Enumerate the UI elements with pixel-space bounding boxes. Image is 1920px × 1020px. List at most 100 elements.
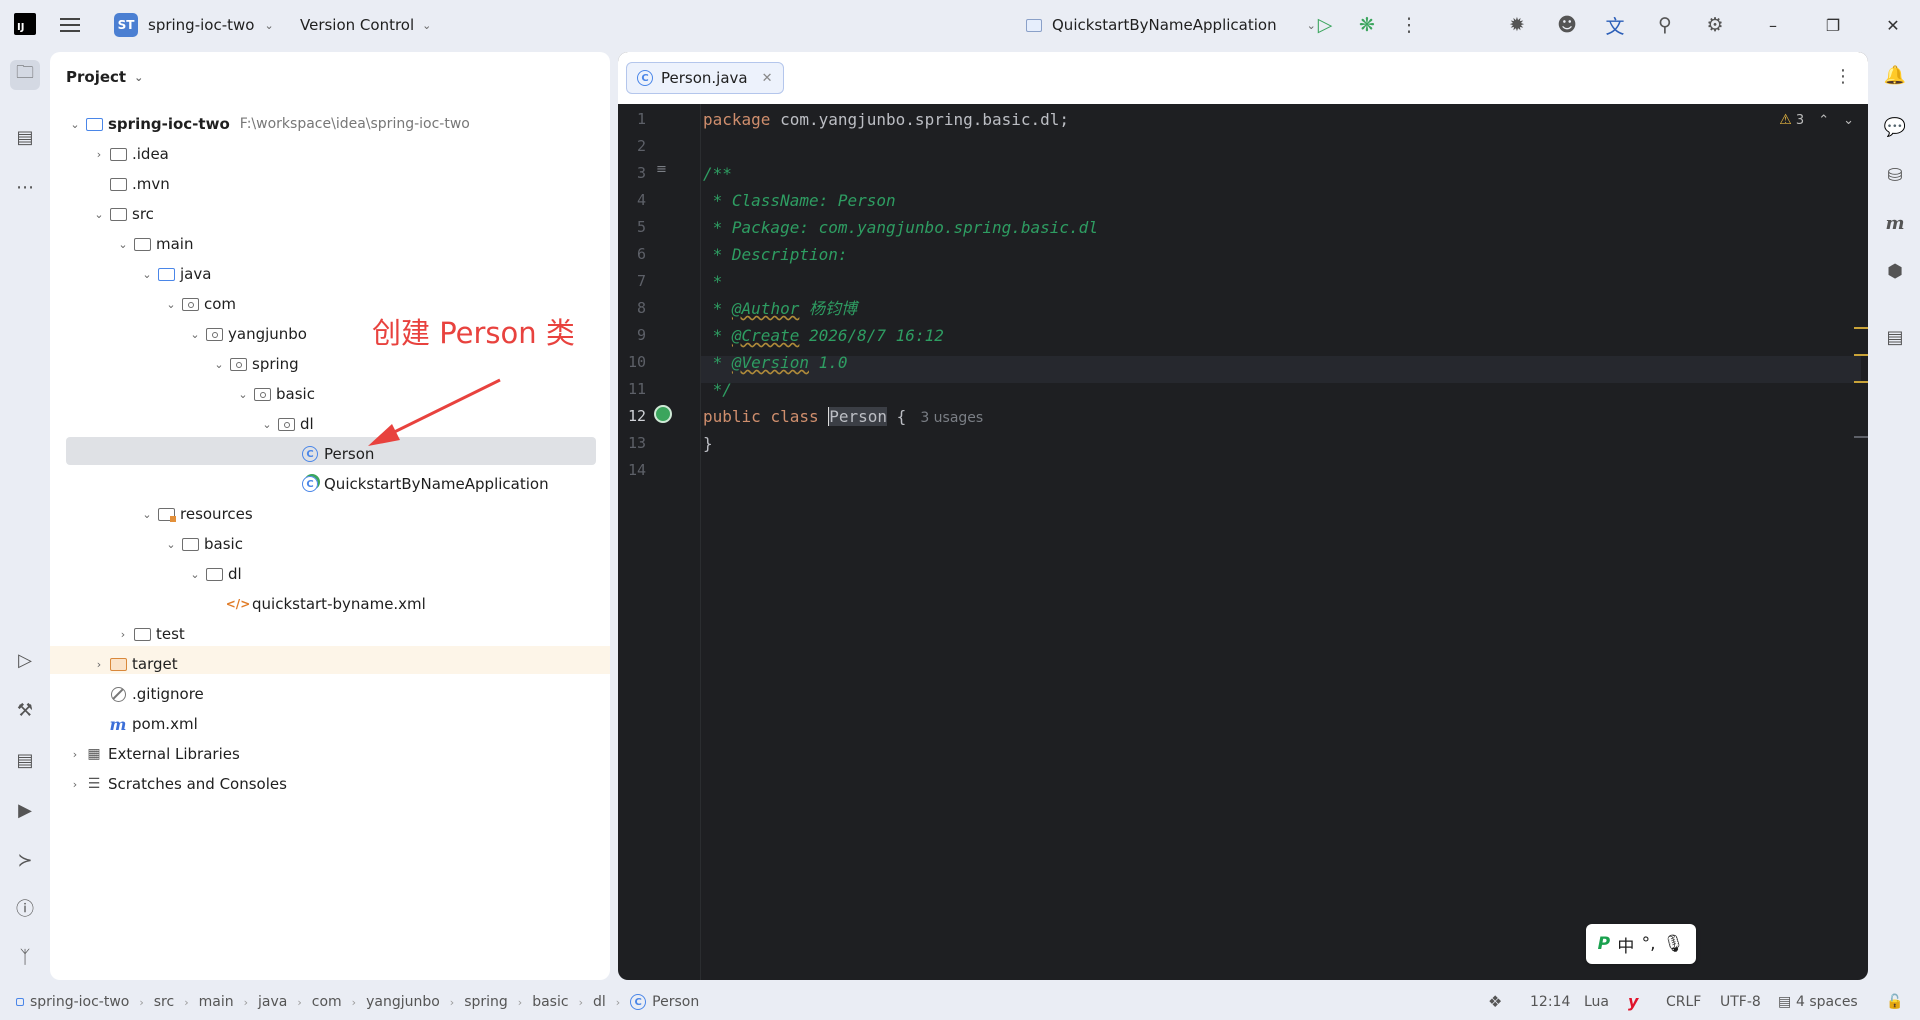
git-tool-icon[interactable]: ᛉ [10,942,40,972]
ai-chat-icon[interactable]: 💬 [1880,112,1910,142]
warning-marker[interactable] [1854,381,1868,383]
plugin-status-icon[interactable]: y [1628,992,1638,1011]
tree-node-external-libraries[interactable]: › ▦ External Libraries [66,740,240,768]
tree-node-gitignore[interactable]: .gitignore [90,680,204,708]
restore-button[interactable]: ❐ [1820,12,1846,38]
plugin-tool-icon[interactable]: ⬢ [1880,256,1910,286]
line-number: 2 [636,137,646,155]
breadcrumb-item[interactable]: main [199,994,234,1010]
debug-icon[interactable]: ❋ [1354,12,1380,38]
breadcrumb-item[interactable]: basic [532,994,568,1010]
current-line-highlight [701,356,1861,383]
indent-setting[interactable]: 4 spaces [1796,994,1858,1010]
spring-bean-gutter-icon[interactable] [654,405,672,423]
class-name[interactable]: Person [828,407,888,426]
search-icon[interactable]: ⚲ [1652,12,1678,38]
ime-toolbar[interactable]: P 中 °, 🎙 [1586,924,1696,964]
code-area[interactable]: package com.yangjunbo.spring.basic.dl; /… [700,104,1861,980]
maven-tool-icon[interactable]: m [1880,208,1910,238]
warnings-indicator[interactable]: ⚠ 3 [1779,112,1804,128]
more-actions-icon[interactable]: ⋮ [1396,12,1422,38]
project-name: spring-ioc-two [148,16,255,34]
inspections-widget[interactable]: ⚠ 3 ⌃ ⌄ [1779,112,1854,128]
main-menu-button[interactable] [60,12,86,38]
project-switcher[interactable]: ST spring-ioc-two ⌄ [114,10,274,40]
ime-mode[interactable]: 中 [1617,932,1634,957]
warnings-count: 3 [1795,113,1805,128]
ime-punctuation[interactable]: °, [1642,934,1656,954]
database-icon[interactable]: ⛁ [1880,160,1910,190]
ai-assistant-icon[interactable]: ✹ [1504,12,1530,38]
chevron-down-icon[interactable]: ⌄ [162,538,180,551]
tree-node-target[interactable]: › target [90,650,178,678]
chevron-right-icon[interactable]: › [66,748,84,761]
tree-node-xml-file[interactable]: </> quickstart-byname.xml [210,590,426,618]
code-line-6: * Description: [703,245,848,264]
chevron-down-icon: ⌄ [422,18,432,32]
code-editor[interactable]: C Person.java ✕ ⋮ 1 2 3 ≡ 4 5 6 7 8 9 10… [618,52,1868,980]
usages-inlay-hint[interactable]: 3 usages [920,410,983,426]
microphone-icon[interactable]: 🎙 [1663,934,1685,954]
annotation-label: 创建 Person 类 [372,316,575,350]
chevron-right-icon[interactable]: › [66,778,84,791]
services-tool-icon[interactable]: ▤ [10,745,40,775]
breadcrumb-item[interactable]: com [312,994,342,1010]
breadcrumb-item[interactable]: dl [593,994,606,1010]
breadcrumb-item[interactable]: yangjunbo [366,994,440,1010]
terminal-tool-icon[interactable]: ≻ [10,845,40,875]
code-line-9: * @Create 2026/8/7 16:12 [703,322,944,349]
file-language[interactable]: Lua [1584,994,1609,1010]
minimize-button[interactable]: – [1760,12,1786,38]
breadcrumb-item[interactable]: Person [652,994,699,1010]
chevron-up-icon[interactable]: ⌃ [1818,113,1829,128]
fold-doc-icon[interactable]: ≡ [656,162,667,177]
breadcrumb-item[interactable]: java [258,994,287,1010]
close-icon[interactable]: ✕ [762,71,773,86]
code-with-me-icon[interactable]: ☻ [1554,12,1580,38]
problems-tool-icon[interactable]: ⓘ [10,893,40,923]
close-window-button[interactable]: ✕ [1880,12,1906,38]
breadcrumb-item[interactable]: spring [464,994,508,1010]
caret-position[interactable]: 12:14 [1530,994,1570,1010]
tree-node-pom[interactable]: m pom.xml [90,710,198,738]
debug-tool-icon[interactable]: ▶ [10,795,40,825]
tree-node-scratches[interactable]: › ☰ Scratches and Consoles [66,770,287,798]
breadcrumb-item[interactable]: src [154,994,174,1010]
project-tool-folder-icon[interactable]: 🗀 [10,60,40,90]
run-config-name: QuickstartByNameApplication [1052,16,1277,34]
document-tool-icon[interactable]: ▤ [1880,322,1910,352]
warning-marker[interactable] [1854,327,1868,329]
chevron-down-icon[interactable]: ⌄ [186,568,204,581]
translate-icon[interactable]: 文 [1602,12,1628,38]
chevron-down-icon[interactable]: ⌄ [1843,113,1854,128]
tree-node-test[interactable]: › test [114,620,185,648]
settings-gear-icon[interactable]: ⚙ [1702,12,1728,38]
chevron-right-icon[interactable]: › [90,658,108,671]
line-number: 13 [627,434,646,452]
status-bar: spring-ioc-two › src › main › java › com › ya… [0,986,1920,1020]
notifications-icon[interactable]: 🔔 [1880,60,1910,90]
version-control-menu[interactable]: Version Control ⌄ [300,10,431,40]
ai-status-icon[interactable]: ❖ [1488,992,1502,1011]
tree-node-res-dl[interactable]: ⌄ dl [186,560,241,588]
structure-tool-icon[interactable]: ▤ [10,122,40,152]
tree-node-res-basic[interactable]: ⌄ basic [162,530,243,558]
line-separator[interactable]: CRLF [1666,994,1701,1010]
code-line-12: public class Person {3 usages [703,403,983,430]
code-line-5: * Package: com.yangjunbo.spring.basic.dl [703,218,1098,237]
warning-marker[interactable] [1854,354,1868,356]
file-encoding[interactable]: UTF-8 [1720,994,1761,1010]
build-tool-icon[interactable]: ⚒ [10,695,40,725]
run-configuration-selector[interactable]: QuickstartByNameApplication ⌄ [1026,10,1316,40]
more-options-icon[interactable]: ⋮ [1834,66,1852,87]
more-tools-icon[interactable]: ⋯ [10,172,40,202]
chevron-right-icon[interactable]: › [114,628,132,641]
code-line-7: * [703,272,723,291]
tab-person-java[interactable]: C Person.java ✕ [626,62,784,94]
breadcrumb-item[interactable]: spring-ioc-two [30,994,129,1010]
code-line-11: */ [703,380,732,399]
code-line-3: /** [703,164,732,183]
run-tool-icon[interactable]: ▷ [10,645,40,675]
lock-icon[interactable]: 🔓 [1886,994,1903,1010]
run-icon[interactable]: ▷ [1312,12,1338,38]
